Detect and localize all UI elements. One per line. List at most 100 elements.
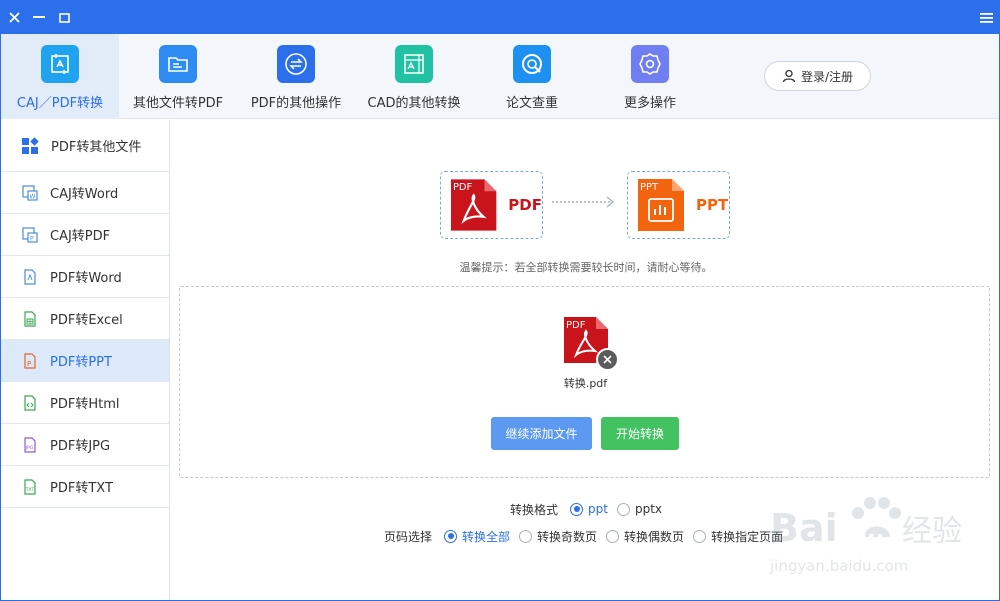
target-format-box: PPT PPT xyxy=(627,171,730,239)
pdf-badge-text: PDF xyxy=(453,182,473,193)
radio-label: ppt xyxy=(588,502,608,516)
sidebar-item-caj-to-word[interactable]: W CAJ转Word xyxy=(1,172,169,214)
svg-text:P: P xyxy=(27,360,31,368)
sidebar-item-pdf-to-other[interactable]: PDF转其他文件 xyxy=(1,120,169,172)
radio-label: 转换全部 xyxy=(462,529,511,544)
tab-other-to-pdf[interactable]: 其他文件转PDF xyxy=(119,34,237,119)
tab-pdf-other-ops[interactable]: PDF的其他操作 xyxy=(237,34,355,119)
target-format-label: PPT xyxy=(696,196,729,214)
svg-text:JPG: JPG xyxy=(25,445,34,451)
file-name: 转换.pdf xyxy=(563,377,608,390)
radio-convert-even[interactable]: 转换偶数页 xyxy=(606,528,684,545)
source-format-label: PDF xyxy=(508,196,542,214)
radio-pptx[interactable]: pptx xyxy=(616,502,663,516)
login-label: 登录/注册 xyxy=(800,69,854,84)
sidebar-item-pdf-to-excel[interactable]: PDF转Excel xyxy=(1,298,169,340)
file-badge-text: PDF xyxy=(566,320,586,331)
hamburger-menu-icon[interactable] xyxy=(973,1,999,34)
grid-icon xyxy=(21,136,39,155)
sidebar-item-pdf-to-jpg[interactable]: JPG PDF转JPG xyxy=(1,424,169,466)
tab-label: PDF的其他操作 xyxy=(250,96,342,111)
cad-icon xyxy=(395,45,433,83)
app-window: CAJ／PDF转换 其他文件转PDF PDF的其他操作 CAD的其他转换 论文查… xyxy=(0,0,1000,601)
pdf-file-icon xyxy=(22,268,38,285)
folder-icon xyxy=(159,45,197,83)
radio-button xyxy=(616,502,630,516)
sidebar-item-label: PDF转TXT xyxy=(50,481,113,496)
svg-text:W: W xyxy=(30,193,36,200)
gear-icon xyxy=(631,45,669,83)
hint-text: 温馨提示：若全部转换需要较长时间，请耐心等待。 xyxy=(459,261,713,274)
sidebar-item-label: PDF转Word xyxy=(50,271,122,286)
main-toolbar: CAJ／PDF转换 其他文件转PDF PDF的其他操作 CAD的其他转换 论文查… xyxy=(1,34,999,119)
sidebar-item-label: PDF转JPG xyxy=(50,439,111,454)
swap-icon xyxy=(277,45,315,83)
arrow-right-icon xyxy=(552,196,615,208)
tab-paper-check[interactable]: 论文查重 xyxy=(473,34,591,119)
excel-file-icon xyxy=(22,310,38,327)
sidebar-item-pdf-to-txt[interactable]: TXT PDF转TXT xyxy=(1,466,169,508)
sidebar-item-pdf-to-html[interactable]: PDF转Html xyxy=(1,382,169,424)
format-options: 转换格式 ppt pptx xyxy=(510,499,671,519)
page-options: 页码选择 转换全部 转换奇数页 转换偶数页 转换指定页面 xyxy=(384,526,792,546)
radio-convert-odd[interactable]: 转换奇数页 xyxy=(519,528,597,545)
format-label: 转换格式 xyxy=(510,502,559,517)
maximize-icon[interactable] xyxy=(51,1,77,34)
tab-label: 论文查重 xyxy=(505,96,558,111)
sidebar-item-pdf-to-ppt[interactable]: P PDF转PPT xyxy=(1,340,169,382)
svg-text:P: P xyxy=(30,235,34,242)
radio-convert-all[interactable]: 转换全部 xyxy=(444,528,510,545)
title-bar xyxy=(1,1,999,34)
ppt-badge-text: PPT xyxy=(640,182,659,193)
jpg-file-icon: JPG xyxy=(22,436,38,453)
sidebar-item-label: PDF转Html xyxy=(50,397,120,412)
tab-label: CAJ／PDF转换 xyxy=(16,96,104,111)
tab-cad-convert[interactable]: CAD的其他转换 xyxy=(355,34,473,119)
svg-text:TXT: TXT xyxy=(25,487,35,493)
sidebar-item-label: CAJ转PDF xyxy=(50,229,111,244)
remove-file-button[interactable] xyxy=(596,348,619,371)
radio-label: 转换偶数页 xyxy=(624,529,685,544)
add-more-files-button[interactable]: 继续添加文件 xyxy=(491,417,592,450)
tab-caj-pdf-convert[interactable]: CAJ／PDF转换 xyxy=(1,34,119,119)
tab-label: CAD的其他转换 xyxy=(367,96,461,111)
tab-label: 更多操作 xyxy=(623,96,676,111)
caj-pdf-convert-icon xyxy=(41,45,79,83)
search-check-icon xyxy=(513,45,551,83)
source-format-box: PDF PDF xyxy=(440,171,543,239)
sidebar: PDF转其他文件 W CAJ转Word P CAJ转PDF PDF转Word P… xyxy=(1,120,170,600)
ppt-file-icon: P xyxy=(22,352,38,369)
html-file-icon xyxy=(22,394,38,411)
radio-label: 转换奇数页 xyxy=(537,529,598,544)
start-convert-button[interactable]: 开始转换 xyxy=(601,417,679,450)
close-icon[interactable] xyxy=(1,1,27,34)
close-icon xyxy=(603,355,612,364)
radio-button xyxy=(693,529,707,543)
tab-more-ops[interactable]: 更多操作 xyxy=(591,34,709,119)
radio-button xyxy=(444,529,458,543)
sidebar-item-label: PDF转其他文件 xyxy=(51,140,142,155)
file-drop-zone[interactable]: PDF 转换.pdf 继续添加文件 开始转换 xyxy=(179,286,990,478)
radio-label: pptx xyxy=(634,502,663,516)
caj-pdf-icon: P xyxy=(22,226,38,243)
sidebar-item-pdf-to-word[interactable]: PDF转Word xyxy=(1,256,169,298)
sidebar-item-label: CAJ转Word xyxy=(50,187,119,202)
login-button[interactable]: 登录/注册 xyxy=(764,61,871,91)
radio-label: 转换指定页面 xyxy=(711,529,784,544)
user-icon xyxy=(782,69,796,83)
radio-button xyxy=(570,502,584,516)
radio-convert-specified[interactable]: 转换指定页面 xyxy=(693,528,783,545)
tab-label: 其他文件转PDF xyxy=(132,96,224,111)
pages-label: 页码选择 xyxy=(384,529,433,544)
minimize-icon[interactable] xyxy=(26,1,52,34)
pdf-file-icon: PDF xyxy=(450,179,497,231)
radio-ppt[interactable]: ppt xyxy=(570,502,608,516)
caj-word-icon: W xyxy=(22,184,38,201)
main-panel: PDF PDF PPT PPT 温馨提示：若全部转换需要较长时间，请耐心等待。 xyxy=(171,120,999,600)
sidebar-item-label: PDF转PPT xyxy=(50,355,112,370)
file-item[interactable]: PDF xyxy=(562,315,619,371)
sidebar-item-caj-to-pdf[interactable]: P CAJ转PDF xyxy=(1,214,169,256)
sidebar-item-label: PDF转Excel xyxy=(50,313,123,328)
ppt-file-icon: PPT xyxy=(638,179,684,231)
radio-button xyxy=(606,529,620,543)
